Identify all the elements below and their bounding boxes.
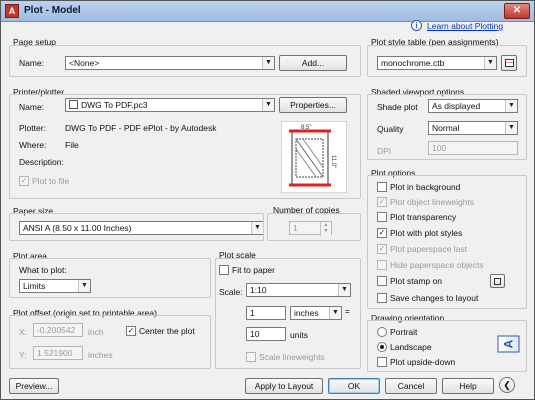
close-button[interactable]: ✕	[504, 3, 530, 19]
chevron-left-icon: ❮	[503, 380, 511, 390]
window-title: Plot - Model	[24, 5, 81, 16]
page-setup-group	[9, 45, 361, 77]
info-icon: i	[411, 20, 422, 31]
printer-group	[9, 94, 361, 199]
style-table-group	[367, 45, 527, 77]
copies-group	[267, 213, 361, 241]
learn-plotting-link[interactable]: Learn about Plotting	[427, 21, 503, 31]
plot-scale-group	[215, 258, 361, 369]
plot-dialog: A Plot - Model ✕ i Learn about Plotting …	[0, 0, 535, 400]
orientation-group	[367, 320, 527, 372]
plot-offset-group	[9, 315, 211, 369]
autocad-icon: A	[5, 4, 19, 18]
apply-layout-button[interactable]: Apply to Layout	[245, 378, 323, 394]
ok-button[interactable]: OK	[328, 378, 380, 394]
help-button[interactable]: Help	[442, 378, 494, 394]
paper-size-group	[9, 213, 264, 241]
shaded-group	[367, 94, 527, 160]
title-bar[interactable]: A Plot - Model ✕	[1, 1, 534, 22]
preview-button[interactable]: Preview...	[9, 378, 59, 394]
plot-area-group	[9, 258, 211, 298]
more-options-button[interactable]: ❮	[499, 377, 515, 393]
plot-options-group	[367, 175, 527, 309]
cancel-button[interactable]: Cancel	[385, 378, 437, 394]
